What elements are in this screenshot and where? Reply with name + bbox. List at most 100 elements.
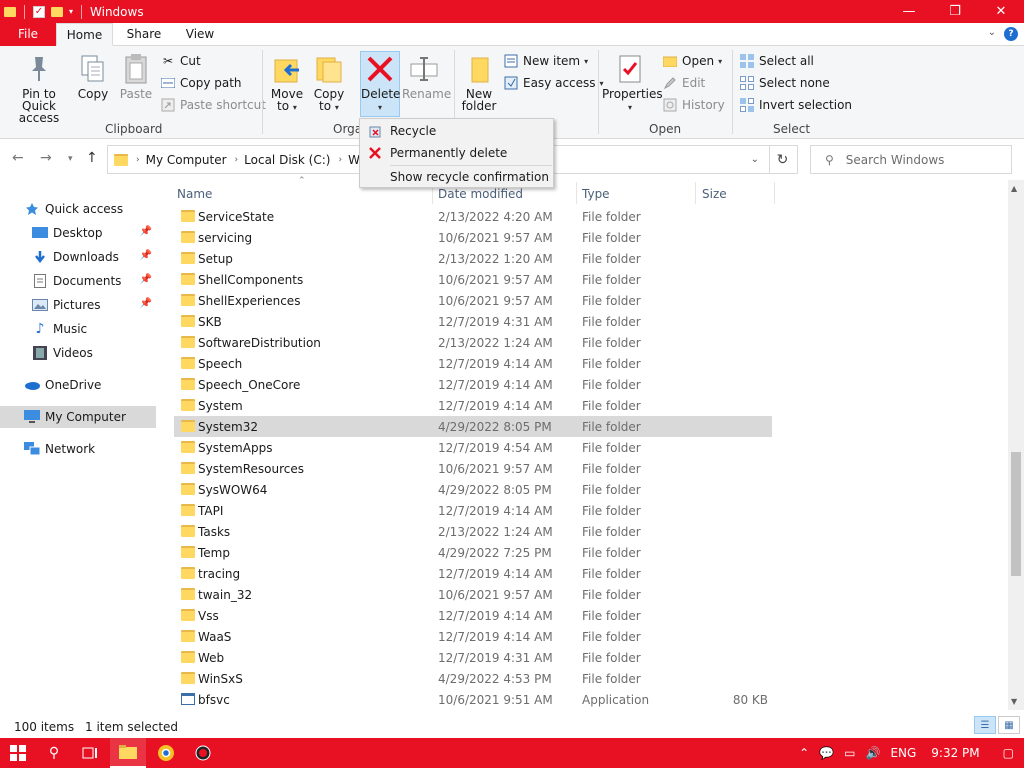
table-row[interactable]: ServiceState 2/13/2022 4:20 AM File folder	[174, 206, 772, 227]
sidebar-item-documents[interactable]: Documents 📌	[0, 270, 156, 292]
table-row[interactable]: Vss 12/7/2019 4:14 AM File folder	[174, 605, 772, 626]
column-divider[interactable]	[774, 182, 775, 204]
up-arrow-icon[interactable]: ↑	[86, 150, 98, 166]
breadcrumb-local-disk[interactable]: Local Disk (C:)	[244, 153, 330, 167]
column-divider[interactable]	[576, 182, 577, 204]
menu-item-permanently-delete[interactable]: Permanently delete	[360, 142, 553, 164]
menu-item-show-recycle-confirmation[interactable]: Show recycle confirmation	[360, 166, 553, 188]
edit-button[interactable]: Edit	[662, 74, 705, 92]
tab-share[interactable]: Share	[116, 23, 172, 46]
column-header-type[interactable]: Type	[582, 187, 610, 201]
select-all-button[interactable]: Select all	[739, 52, 814, 70]
volume-icon[interactable]: 🔊	[865, 746, 880, 760]
copy-button[interactable]: Copy	[76, 52, 110, 100]
chrome-icon[interactable]	[148, 738, 184, 768]
chevron-right-icon[interactable]: ›	[338, 155, 342, 165]
chevron-up-icon[interactable]: ⌃	[799, 746, 809, 760]
search-input[interactable]	[845, 152, 1006, 167]
table-row[interactable]: ShellComponents 10/6/2021 9:57 AM File fol…	[174, 269, 772, 290]
cut-button[interactable]: ✂ Cut	[160, 52, 201, 70]
sidebar-item-videos[interactable]: Videos	[0, 342, 156, 364]
table-row[interactable]: twain_32 10/6/2021 9:57 AM File folder	[174, 584, 772, 605]
paste-shortcut-button[interactable]: Paste shortcut	[160, 96, 266, 114]
copy-path-button[interactable]: Copy path	[160, 74, 242, 92]
tab-view[interactable]: View	[172, 23, 228, 46]
ribbon-collapse-icon[interactable]: ⌄	[988, 27, 996, 38]
table-row[interactable]: Temp 4/29/2022 7:25 PM File folder	[174, 542, 772, 563]
large-icons-view-icon[interactable]: ▦	[998, 716, 1020, 734]
close-button[interactable]: ✕	[978, 0, 1024, 23]
table-row[interactable]: bfsvc 10/6/2021 9:51 AM Application 80 KB	[174, 689, 772, 710]
column-divider[interactable]	[695, 182, 696, 204]
column-header-date[interactable]: Date modified	[438, 187, 523, 201]
history-button[interactable]: History	[662, 96, 725, 114]
table-row[interactable]: SKB 12/7/2019 4:31 AM File folder	[174, 311, 772, 332]
breadcrumb-my-computer[interactable]: My Computer	[146, 153, 227, 167]
forward-arrow-icon[interactable]: →	[40, 150, 52, 166]
sidebar-item-my-computer[interactable]: My Computer	[0, 406, 156, 428]
properties-quick-icon[interactable]: ✓	[33, 5, 45, 18]
table-row[interactable]: TAPI 12/7/2019 4:14 AM File folder	[174, 500, 772, 521]
select-none-button[interactable]: Select none	[739, 74, 830, 92]
maximize-button[interactable]: ❐	[932, 0, 978, 23]
address-history-dropdown-icon[interactable]: ⌄	[751, 154, 759, 165]
rename-button[interactable]: Rename	[402, 52, 451, 100]
open-button[interactable]: Open ▾	[662, 52, 722, 70]
table-row[interactable]: SysWOW64 4/29/2022 8:05 PM File folder	[174, 479, 772, 500]
properties-button[interactable]: Properties ▾	[602, 52, 663, 114]
table-row[interactable]: ShellExperiences 10/6/2021 9:57 AM File fo…	[174, 290, 772, 311]
table-row[interactable]: WinSxS 4/29/2022 4:53 PM File folder	[174, 668, 772, 689]
network-icon[interactable]: ▭	[844, 746, 855, 760]
column-header-size[interactable]: Size	[702, 187, 727, 201]
sidebar-item-downloads[interactable]: Downloads 📌	[0, 246, 156, 268]
table-row[interactable]: servicing 10/6/2021 9:57 AM File folder	[174, 227, 772, 248]
recent-locations-icon[interactable]: ▾	[68, 154, 73, 164]
scroll-up-arrow-icon[interactable]: ▲	[1011, 184, 1017, 193]
chevron-right-icon[interactable]: ›	[235, 155, 239, 165]
sidebar-item-pictures[interactable]: Pictures 📌	[0, 294, 156, 316]
tab-home[interactable]: Home	[56, 23, 113, 46]
move-to-button[interactable]: Move to ▾	[270, 52, 304, 114]
table-row[interactable]: Tasks 2/13/2022 1:24 AM File folder	[174, 521, 772, 542]
table-row[interactable]: System32 4/29/2022 8:05 PM File folder	[174, 416, 772, 437]
delete-button[interactable]: Delete ▾	[360, 51, 400, 117]
refresh-icon[interactable]: ↻	[768, 145, 798, 174]
sidebar-item-quick-access[interactable]: Quick access	[0, 198, 156, 220]
scroll-down-arrow-icon[interactable]: ▼	[1011, 697, 1017, 706]
column-header-name[interactable]: Name	[177, 187, 212, 201]
action-center-icon[interactable]: ▢	[1003, 746, 1014, 760]
menu-item-recycle[interactable]: Recycle	[360, 120, 553, 142]
table-row[interactable]: SystemResources 10/6/2021 9:57 AM File fol…	[174, 458, 772, 479]
vertical-scrollbar[interactable]: ▲ ▼	[1008, 180, 1024, 710]
back-arrow-icon[interactable]: ←	[12, 150, 24, 166]
table-row[interactable]: SoftwareDistribution 2/13/2022 1:24 AM Fil…	[174, 332, 772, 353]
new-item-button[interactable]: New item ▾	[503, 52, 588, 70]
paste-button[interactable]: Paste	[118, 52, 154, 100]
table-row[interactable]: Setup 2/13/2022 1:20 AM File folder	[174, 248, 772, 269]
table-row[interactable]: System 12/7/2019 4:14 AM File folder	[174, 395, 772, 416]
record-icon[interactable]	[185, 738, 221, 768]
table-row[interactable]: Web 12/7/2019 4:31 AM File folder	[174, 647, 772, 668]
table-row[interactable]: SystemApps 12/7/2019 4:54 AM File folder	[174, 437, 772, 458]
table-row[interactable]: WaaS 12/7/2019 4:14 AM File folder	[174, 626, 772, 647]
customize-quick-access-icon[interactable]: ▾	[69, 7, 73, 16]
chevron-right-icon[interactable]: ›	[136, 155, 140, 165]
new-folder-button[interactable]: New folder	[460, 52, 498, 112]
search-box[interactable]: ⚲	[810, 145, 1012, 174]
sidebar-item-desktop[interactable]: Desktop 📌	[0, 222, 156, 244]
sidebar-item-onedrive[interactable]: OneDrive	[0, 374, 156, 396]
scrollbar-thumb[interactable]	[1011, 452, 1021, 576]
table-row[interactable]: Speech 12/7/2019 4:14 AM File folder	[174, 353, 772, 374]
help-icon[interactable]: ?	[1004, 27, 1018, 41]
table-row[interactable]: Speech_OneCore 12/7/2019 4:14 AM File fold…	[174, 374, 772, 395]
easy-access-button[interactable]: Easy access ▾	[503, 74, 604, 92]
new-folder-quick-icon[interactable]	[51, 6, 63, 17]
table-row[interactable]: tracing 12/7/2019 4:14 AM File folder	[174, 563, 772, 584]
file-explorer-taskbar-icon[interactable]	[110, 738, 146, 768]
notification-icon[interactable]: 💬	[819, 746, 834, 760]
minimize-button[interactable]: —	[886, 0, 932, 23]
search-icon[interactable]: ⚲	[36, 738, 72, 768]
copy-to-button[interactable]: Copy to ▾	[312, 52, 346, 114]
tab-file[interactable]: File	[0, 23, 56, 46]
start-windows-icon[interactable]	[0, 738, 36, 768]
